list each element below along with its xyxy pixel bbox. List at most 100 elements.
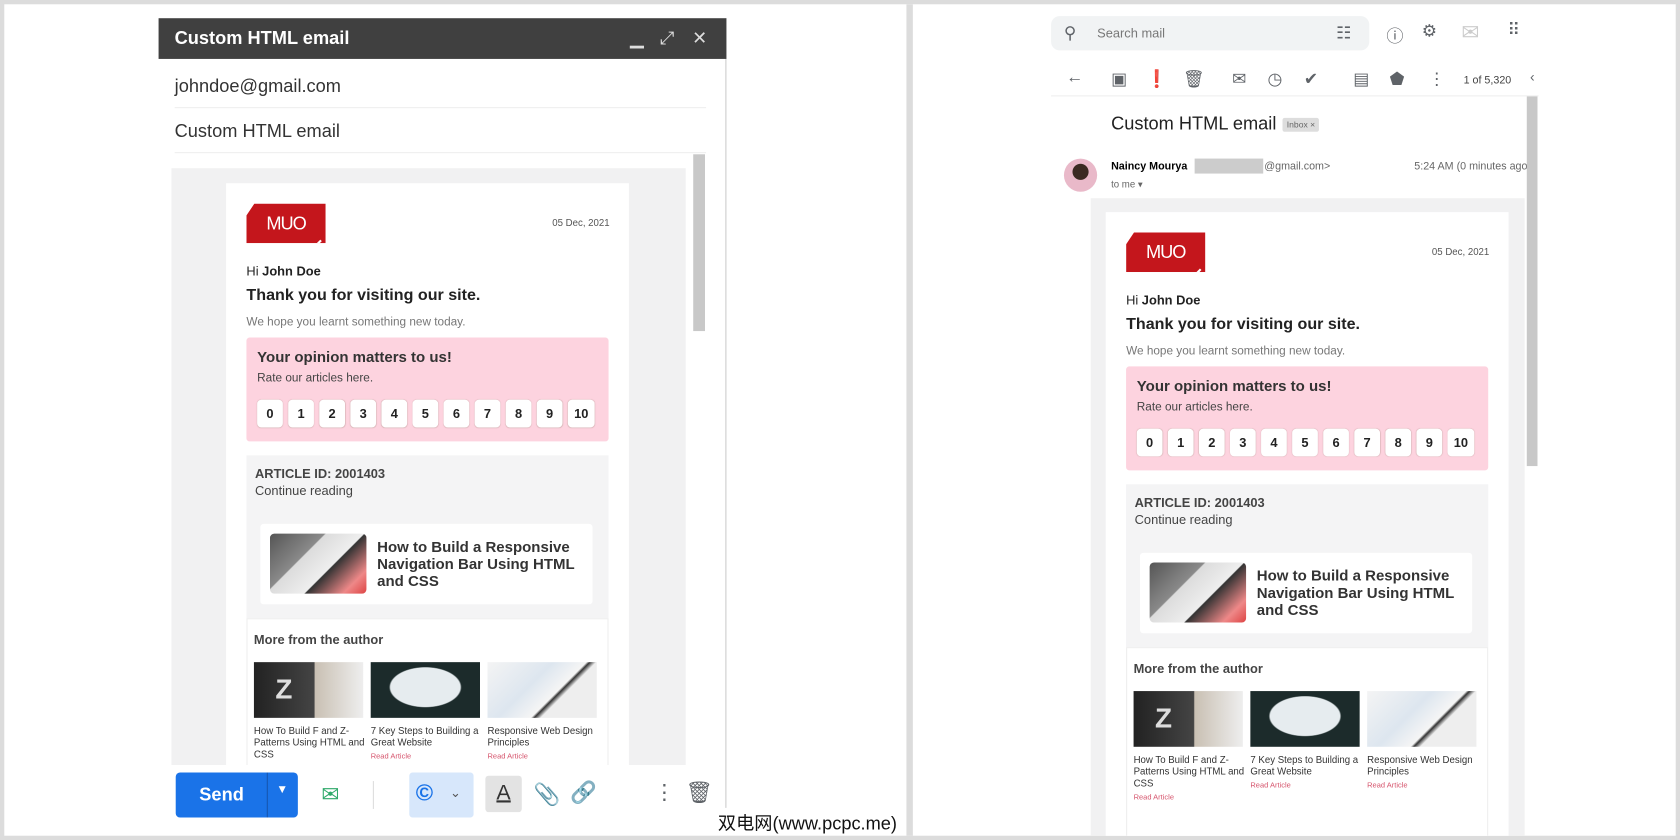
more-article[interactable]: Responsive Web Design Principles Read Art… <box>488 725 599 763</box>
read-article-link[interactable]: Read Article <box>488 751 599 763</box>
screenshot-stage: Custom HTML email ▁ ⤢ ✕ johndoe@gmail.co… <box>0 0 1680 840</box>
snooze-icon[interactable]: ◷ <box>1268 69 1283 90</box>
inbox-label-badge[interactable]: Inbox × <box>1282 117 1320 132</box>
minimize-icon[interactable]: ▁ <box>630 18 644 59</box>
more-thumbnail[interactable] <box>370 662 481 718</box>
pagination: 1 of 5,320 <box>1463 75 1512 87</box>
calendly-icon: © <box>415 778 434 806</box>
compose-title: Custom HTML email <box>174 27 350 49</box>
close-icon[interactable]: ✕ <box>692 18 707 59</box>
attach-icon[interactable]: 📎 <box>534 781 561 808</box>
hope-text: We hope you learnt something new today. <box>246 316 466 329</box>
more-thumbnail[interactable] <box>1367 691 1477 747</box>
more-heading: More from the author <box>253 632 384 648</box>
back-icon[interactable]: ← <box>1066 69 1083 88</box>
rating-button[interactable]: 2 <box>1198 428 1225 457</box>
rating-button[interactable]: 8 <box>505 399 532 428</box>
more-icon[interactable]: ⋮ <box>1428 69 1445 90</box>
search-bar[interactable]: ⚲ Search mail ☷ <box>1051 16 1370 51</box>
calendly-button[interactable]: © ⌄ <box>409 772 474 818</box>
continue-reading: Continue reading <box>1134 512 1233 528</box>
more-thumbnail[interactable]: Z <box>1133 691 1243 747</box>
more-thumbnail[interactable]: Z <box>253 662 364 718</box>
sender-avatar[interactable] <box>1063 158 1098 192</box>
rating-button[interactable]: 1 <box>1167 428 1194 457</box>
email-body: MUO 05 Dec, 2021 Hi John Doe Thank you f… <box>1090 198 1525 836</box>
subject-field[interactable]: Custom HTML email <box>174 108 707 154</box>
read-article-link[interactable]: Read Article <box>1250 780 1361 792</box>
help-icon[interactable]: ⓘ <box>1386 21 1403 47</box>
prev-icon[interactable]: ‹ <box>1530 69 1535 85</box>
watermark: 双电网(www.pcpc.me) <box>715 807 900 835</box>
rating-button[interactable]: 7 <box>1354 428 1381 457</box>
email-card: MUO 05 Dec, 2021 Hi John Doe Thank you f… <box>1105 212 1509 836</box>
rate-text: Rate our articles here. <box>257 371 374 385</box>
rating-button[interactable]: 10 <box>1447 428 1475 457</box>
scrollbar[interactable] <box>1526 96 1538 467</box>
more-article[interactable]: 7 Key Steps to Building a Great Website R… <box>371 725 482 763</box>
more-article[interactable]: How To Build F and Z-Patterns Using HTML… <box>254 725 365 765</box>
read-article-link[interactable]: Read Article <box>1134 792 1245 804</box>
message-toolbar: ← ▣ ❗ 🗑 ✉ ◷ ✔ ▤ ⬟ ⋮ 1 of 5,320 ‹ <box>1051 58 1539 97</box>
rating-button[interactable]: 9 <box>536 399 563 428</box>
add-task-icon[interactable]: ✔ <box>1304 69 1318 90</box>
search-options-icon[interactable]: ☷ <box>1336 23 1351 44</box>
scrollbar[interactable] <box>693 154 706 332</box>
search-icon[interactable]: ⚲ <box>1064 23 1077 44</box>
recipients-toggle[interactable]: to me ▾ <box>1111 179 1143 191</box>
rating-button[interactable]: 6 <box>1323 428 1349 457</box>
more-thumbnail[interactable] <box>1250 691 1360 747</box>
report-spam-icon[interactable]: ❗ <box>1146 69 1167 90</box>
rating-button[interactable]: 9 <box>1416 428 1443 457</box>
rating-button[interactable]: 4 <box>1261 428 1287 457</box>
rating-button[interactable]: 0 <box>1136 428 1163 457</box>
expand-icon[interactable]: ⤢ <box>660 18 675 59</box>
rating-button[interactable]: 10 <box>567 399 595 428</box>
send-button[interactable]: Send ▼ <box>175 772 298 818</box>
read-article-link[interactable]: Read Article <box>1367 780 1478 792</box>
settings-icon[interactable]: ⚙ <box>1422 20 1437 41</box>
compose-body[interactable]: MUO 05 Dec, 2021 Hi John Doe Thank you f… <box>171 168 686 766</box>
article-title[interactable]: How to Build a Responsive Navigation Bar… <box>377 538 581 589</box>
rating-button[interactable]: 2 <box>319 399 346 428</box>
mailtrack-icon[interactable]: ✉ <box>321 781 339 808</box>
mark-unread-icon[interactable]: ✉ <box>1232 69 1246 90</box>
greeting: Hi John Doe <box>1126 292 1201 308</box>
rating-button[interactable]: 4 <box>381 399 408 428</box>
more-thumbnail[interactable] <box>487 662 597 718</box>
rating-button[interactable]: 7 <box>474 399 501 428</box>
apps-icon[interactable]: ⠿ <box>1508 19 1521 40</box>
to-field[interactable]: johndoe@gmail.com <box>174 63 707 109</box>
compose-header: Custom HTML email ▁ ⤢ ✕ <box>158 18 727 59</box>
trash-icon[interactable]: 🗑 <box>686 779 713 806</box>
rating-button[interactable]: 3 <box>1230 428 1256 457</box>
article-id: ARTICLE ID: 2001403 <box>1134 495 1265 511</box>
link-icon[interactable]: 🔗 <box>570 779 597 806</box>
rating-button[interactable]: 1 <box>288 399 314 428</box>
label-icon[interactable]: ⬟ <box>1390 69 1405 90</box>
send-options-icon[interactable]: ▼ <box>276 783 288 796</box>
greeting: Hi John Doe <box>246 263 321 279</box>
archive-icon[interactable]: ▣ <box>1111 69 1127 90</box>
read-article-link[interactable]: Read Article <box>254 763 365 766</box>
rating-button[interactable]: 5 <box>1292 428 1318 457</box>
search-input[interactable]: Search mail <box>1097 26 1165 41</box>
article-thumbnail[interactable] <box>270 533 367 594</box>
more-article[interactable]: 7 Key Steps to Building a Great Website R… <box>1250 754 1361 792</box>
rating-button[interactable]: 5 <box>412 399 439 428</box>
move-to-icon[interactable]: ▤ <box>1353 69 1369 90</box>
article-title[interactable]: How to Build a Responsive Navigation Bar… <box>1257 567 1461 618</box>
formatting-icon[interactable]: A <box>485 775 522 813</box>
account-icon[interactable]: ✉ <box>1461 19 1479 46</box>
delete-icon[interactable]: 🗑 <box>1183 69 1205 90</box>
more-options-icon[interactable]: ⋮ <box>654 779 675 806</box>
rating-button[interactable]: 6 <box>443 399 470 428</box>
rating-button[interactable]: 0 <box>257 399 283 428</box>
article-thumbnail[interactable] <box>1149 562 1247 623</box>
rating-button[interactable]: 3 <box>350 399 377 428</box>
read-article-link[interactable]: Read Article <box>371 751 482 763</box>
more-article[interactable]: How To Build F and Z-Patterns Using HTML… <box>1134 754 1245 803</box>
more-article[interactable]: Responsive Web Design Principles Read Art… <box>1367 754 1478 792</box>
rating-button[interactable]: 8 <box>1385 428 1412 457</box>
email-subject: Custom HTML email <box>1111 113 1277 134</box>
